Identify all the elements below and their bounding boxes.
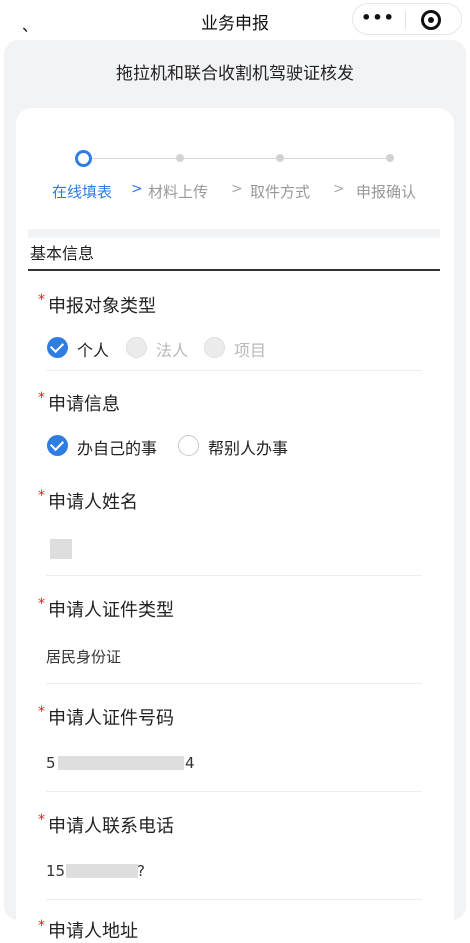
required-mark: *: [38, 812, 45, 828]
required-mark: *: [38, 488, 45, 504]
phone-end: ?: [137, 862, 145, 880]
required-mark: *: [38, 292, 45, 308]
required-mark: *: [38, 390, 45, 406]
phone-start[interactable]: 15: [46, 862, 65, 880]
field-label-id-type: 申请人证件类型: [48, 600, 174, 621]
step-separator-icon: >: [231, 181, 243, 197]
redacted-id-number: [58, 756, 184, 770]
radio-label-individual[interactable]: 个人: [77, 337, 109, 361]
more-menu-icon[interactable]: •••: [353, 8, 403, 27]
step-separator-icon: >: [131, 181, 143, 197]
step-dot-current: [75, 150, 92, 167]
radio-label-self[interactable]: 办自己的事: [77, 435, 157, 459]
step-label-pickup[interactable]: 取件方式: [250, 181, 310, 202]
field-label-phone: 申请人联系电话: [48, 816, 174, 837]
redacted-name: [50, 539, 72, 559]
field-label-id-number: 申请人证件号码: [48, 708, 174, 729]
field-label-address: 申请人地址: [48, 921, 138, 942]
field-label-applicant-type: 申报对象类型: [48, 296, 156, 317]
radio-unchecked-icon[interactable]: [178, 435, 199, 456]
step-label-confirm[interactable]: 申报确认: [356, 181, 416, 202]
step-label-upload[interactable]: 材料上传: [148, 181, 208, 202]
stepper-track: [92, 158, 392, 159]
page-title: 拖拉机和联合收割机驾驶证核发: [116, 64, 354, 84]
radio-label-project: 项目: [234, 341, 267, 360]
redacted-phone: [66, 864, 138, 878]
radio-checked-icon[interactable]: [47, 435, 68, 456]
radio-checked-icon[interactable]: [47, 337, 68, 358]
section-title: 基本信息: [30, 244, 95, 263]
field-label-apply-info: 申请信息: [48, 394, 120, 415]
radio-disabled-icon: [126, 337, 147, 358]
top-nav-bar: 、 业务申报 •••: [0, 0, 470, 40]
field-divider: [46, 899, 422, 900]
id-type-value[interactable]: 居民身份证: [46, 646, 121, 667]
field-divider: [46, 791, 422, 792]
section-header-bar: [28, 229, 440, 238]
section-underline: [28, 269, 440, 271]
step-dot: [176, 154, 184, 162]
required-mark: *: [38, 918, 45, 934]
radio-label-others[interactable]: 帮别人办事: [208, 435, 288, 459]
radio-label-legal-person: 法人: [156, 341, 189, 360]
step-separator-icon: >: [333, 181, 345, 197]
close-target-icon[interactable]: [421, 10, 441, 30]
required-mark: *: [38, 704, 45, 720]
field-label-name: 申请人姓名: [48, 492, 138, 513]
field-divider: [46, 370, 422, 371]
step-label-fill-form[interactable]: 在线填表: [52, 181, 112, 202]
required-mark: *: [38, 596, 45, 612]
radio-disabled-icon: [204, 337, 225, 358]
field-divider: [46, 683, 422, 684]
step-dot: [276, 154, 284, 162]
mini-program-capsule: •••: [352, 3, 462, 35]
id-number-start[interactable]: 5: [46, 754, 56, 772]
capsule-divider: [405, 11, 406, 29]
id-number-end: 4: [185, 754, 195, 772]
step-dot: [386, 154, 394, 162]
field-divider: [46, 575, 422, 576]
